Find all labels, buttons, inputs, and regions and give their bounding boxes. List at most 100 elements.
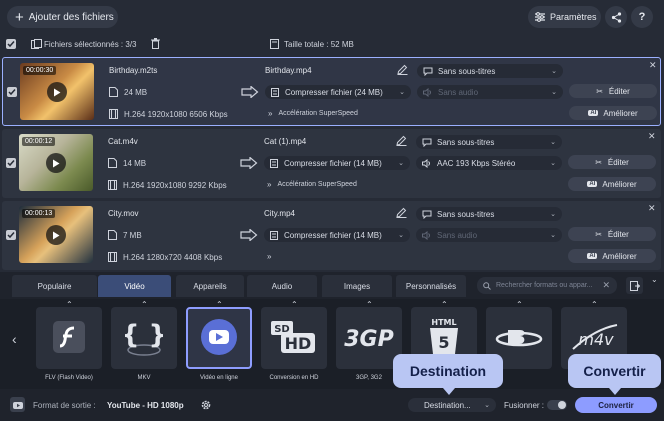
remove-file-icon[interactable]: ✕ [648,131,656,142]
enhance-button[interactable]: AI Améliorer [568,249,656,263]
file-row[interactable]: 00:00:30 Birthday.m2ts 24 MB H.264 1920x… [2,57,661,126]
tab-2[interactable]: Appareils [176,275,244,297]
codec-value: H.264 1280x720 4408 Kbps [123,252,223,262]
rename-pencil-icon[interactable] [397,64,408,75]
trash-icon[interactable] [151,38,160,49]
merge-label: Fusionner : [504,401,545,410]
file-size: 24 MB [109,87,147,97]
subtitles-select[interactable]: Sans sous-titres ⌄ [416,207,562,221]
check-icon [8,89,16,96]
audio-select[interactable]: Sans audio ⌄ [417,85,563,99]
format-card[interactable]: { } [111,307,177,369]
rename-pencil-icon[interactable] [396,135,407,146]
format-card[interactable] [36,307,102,369]
export-format-button[interactable] [626,277,643,294]
destination-callout-label: Destination [409,363,487,379]
speech-bubble-icon [422,210,432,219]
play-icon [53,231,60,239]
enhance-button[interactable]: AI Améliorer [569,106,657,120]
hd-icon: SD HD [269,319,319,357]
add-files-button[interactable]: + Ajouter des fichiers [7,6,118,28]
file-size-value: 7 MB [123,230,142,240]
format-label: Conversion en HD [269,375,319,381]
tab-3[interactable]: Audio [247,275,317,297]
format-label: FLV (Flash Video) [45,375,93,381]
search-icon [483,281,491,290]
format-card[interactable] [186,307,252,369]
output-file-name[interactable]: Birthday.mp4 [265,66,312,75]
audio-select[interactable]: AAC 193 Kbps Stéréo ⌄ [416,156,562,170]
tab-5[interactable]: Personnalisés [396,275,466,297]
output-file-name[interactable]: Cat (1).mp4 [264,137,306,146]
compress-select[interactable]: Compresser fichier (14 MB) ⌄ [264,228,410,242]
chevron-down-icon: ⌄ [550,211,556,218]
ai-icon: AI [588,110,599,116]
subtitles-select[interactable]: Sans sous-titres ⌄ [417,64,563,78]
file-checkbox[interactable] [7,87,17,97]
convert-arrow-icon [240,157,258,169]
file-size: 7 MB [108,230,142,240]
scissors-icon: ✂ [595,157,602,167]
select-all-checkbox[interactable] [6,39,16,49]
convert-label: Convertir [598,400,634,410]
file-row[interactable]: 00:00:13 City.mov 7 MB H.264 1280x720 44… [2,201,661,270]
edit-button[interactable]: ✂ Éditer [569,84,657,98]
total-size-label: Taille totale : 52 MB [284,40,354,49]
share-button[interactable] [605,6,627,28]
remove-file-icon[interactable]: ✕ [648,203,656,214]
file-checkbox[interactable] [6,230,16,240]
bluray-icon [494,322,544,354]
output-file-name[interactable]: City.mp4 [264,209,295,218]
svg-text:3GP: 3GP [344,327,394,352]
speaker-icon [423,87,431,97]
compress-select[interactable]: Compresser fichier (24 MB) ⌄ [265,85,411,99]
gear-icon[interactable] [200,399,212,411]
subtitles-select[interactable]: Sans sous-titres ⌄ [416,135,562,149]
play-button[interactable] [46,225,66,245]
youtube-icon [199,317,239,359]
output-format-icon[interactable] [10,397,25,412]
audio-select[interactable]: Sans audio ⌄ [416,228,562,242]
clear-search-icon[interactable]: ✕ [602,280,610,291]
convert-button[interactable]: Convertir [575,397,657,413]
settings-button[interactable]: Paramètres [528,6,601,28]
tab-0[interactable]: Populaire [12,275,97,297]
chevron-down-icon: ⌄ [484,402,490,409]
tab-1[interactable]: Vidéo [98,275,171,297]
chevron-down-icon: ⌄ [399,89,405,96]
format-search-input[interactable]: Rechercher formats ou appar... ✕ [477,277,617,294]
format-label: Vidéo en ligne [200,375,238,381]
file-checkbox[interactable] [6,158,16,168]
format-card[interactable]: 3GP [336,307,402,369]
edit-button[interactable]: ✂ Éditer [568,155,656,169]
rename-pencil-icon[interactable] [396,207,407,218]
edit-button[interactable]: ✂ Éditer [568,227,656,241]
chevron-left-icon[interactable]: ‹ [12,331,17,347]
file-row[interactable]: 00:00:12 Cat.m4v 14 MB H.264 1920x1080 9… [2,129,661,198]
m4v-icon: m4v [569,319,619,357]
destination-label: Destination... [424,400,471,410]
video-thumbnail[interactable]: 00:00:12 [19,134,93,191]
destination-select[interactable]: Destination... ⌄ [408,398,496,412]
video-thumbnail[interactable]: 00:00:13 [19,206,93,263]
tab-4[interactable]: Images [322,275,392,297]
format-card[interactable]: SD HD [261,307,327,369]
help-button[interactable]: ? [631,6,653,28]
edit-label: Éditer [607,157,629,167]
play-button[interactable] [47,82,67,102]
video-thumbnail[interactable]: 00:00:30 [20,63,94,120]
film-icon [108,180,117,190]
file-size-value: 24 MB [124,87,148,97]
superspeed-icon: » [267,252,272,261]
remove-file-icon[interactable]: ✕ [649,60,657,71]
enhance-button[interactable]: AI Améliorer [568,177,656,191]
subtitles-label: Sans sous-titres [437,209,495,219]
play-button[interactable] [46,153,66,173]
speech-bubble-icon [422,138,432,147]
compress-select[interactable]: Compresser fichier (14 MB) ⌄ [264,156,410,170]
source-file-name: Cat.m4v [108,137,138,146]
convert-callout: Convertir [568,354,661,388]
add-files-label: Ajouter des fichiers [28,11,114,23]
collapse-panel-icon[interactable]: ⌄ [651,275,658,284]
merge-toggle[interactable] [547,400,567,410]
